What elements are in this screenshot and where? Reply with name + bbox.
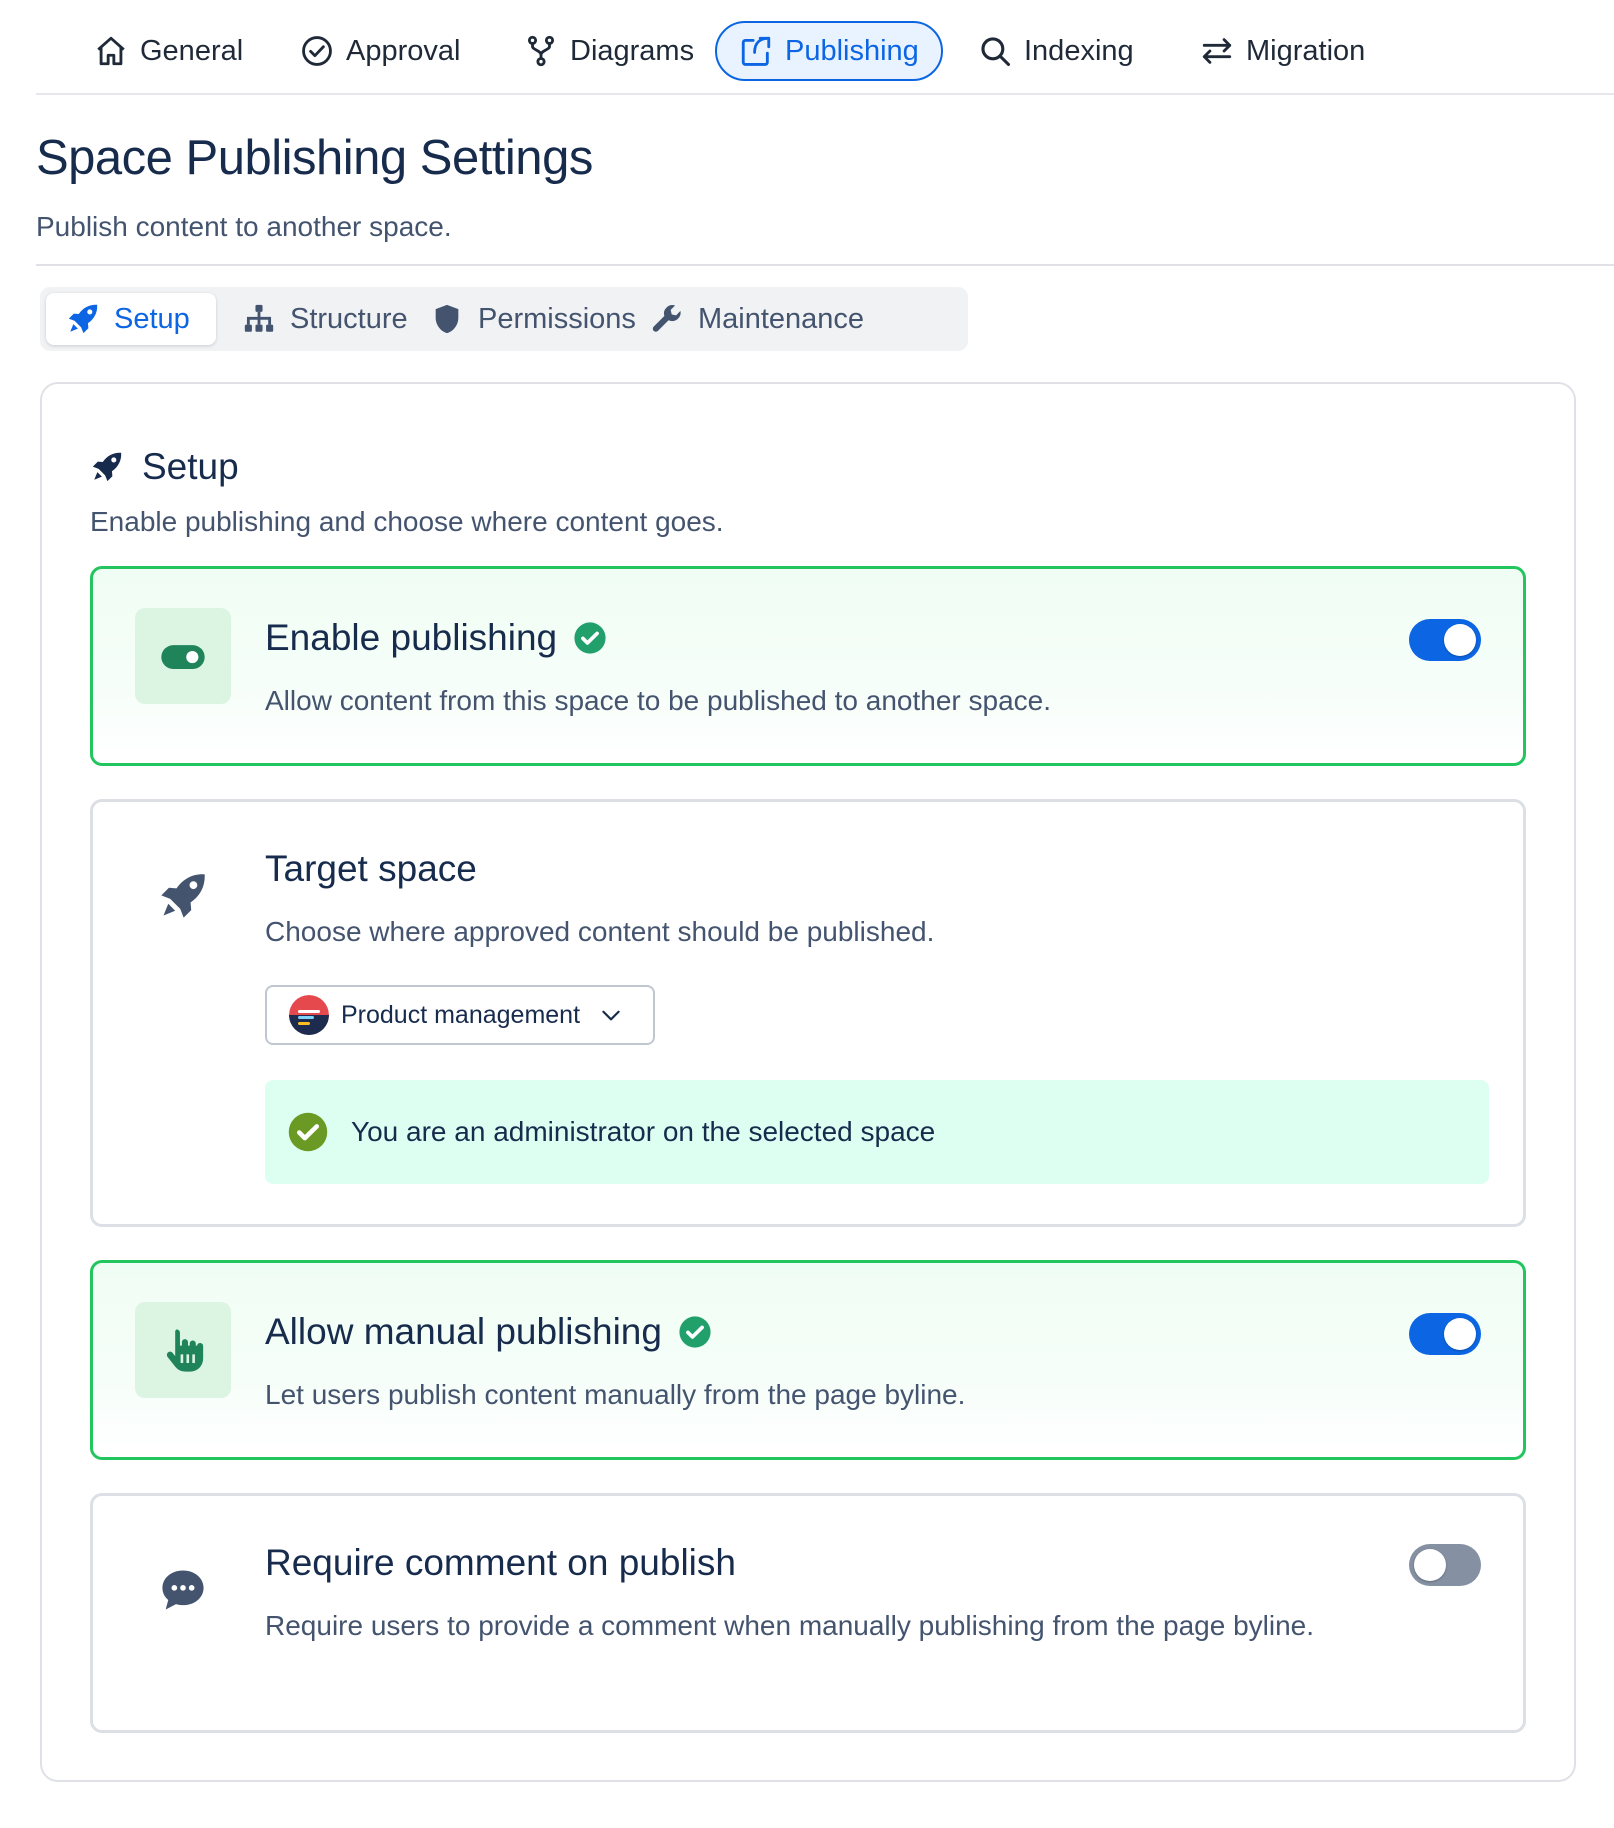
pointer-icon-box xyxy=(135,1302,231,1398)
rocket-icon xyxy=(161,874,205,918)
hand-pointer-icon xyxy=(166,1329,204,1372)
tab-general[interactable]: General xyxy=(72,21,265,81)
section-heading: Setup xyxy=(90,446,239,488)
enable-publishing-title: Enable publishing xyxy=(265,617,558,658)
space-avatar-icon xyxy=(289,995,329,1035)
sitemap-icon xyxy=(244,304,274,332)
toggle-icon-box xyxy=(135,608,231,704)
manual-publishing-title-row: Allow manual publishing xyxy=(265,1311,712,1353)
manual-publishing-title: Allow manual publishing xyxy=(265,1311,662,1352)
toggle-knob xyxy=(1444,1318,1476,1350)
subtab-setup-label: Setup xyxy=(114,302,190,335)
target-space-select[interactable]: Product management xyxy=(265,985,655,1045)
require-comment-title-row: Require comment on publish xyxy=(265,1542,736,1584)
page-subtitle: Publish content to another space. xyxy=(36,211,452,242)
admin-status-banner: You are an administrator on the selected… xyxy=(265,1080,1489,1184)
enable-publishing-toggle[interactable] xyxy=(1409,619,1481,661)
manual-publishing-description: Let users publish content manually from … xyxy=(265,1379,966,1410)
rocket-icon xyxy=(92,452,122,482)
shield-icon xyxy=(435,304,459,334)
rocket-icon-box xyxy=(135,848,231,944)
require-comment-card: Require comment on publish Require users… xyxy=(90,1493,1526,1733)
subtab-maintenance[interactable]: Maintenance xyxy=(630,293,884,345)
share-icon xyxy=(741,36,771,66)
toggle-knob xyxy=(1444,624,1476,656)
toggle-knob xyxy=(1414,1549,1446,1581)
target-space-card: Target space Choose where approved conte… xyxy=(90,799,1526,1227)
enable-publishing-card: Enable publishing Allow content from thi… xyxy=(90,566,1526,766)
selected-space-label: Product management xyxy=(341,1000,581,1029)
wrench-icon xyxy=(652,305,681,332)
search-icon xyxy=(981,37,1011,67)
admin-status-message: You are an administrator on the selected… xyxy=(351,1116,936,1147)
require-comment-title: Require comment on publish xyxy=(265,1542,736,1583)
rocket-icon xyxy=(68,304,98,334)
fork-icon xyxy=(527,35,555,67)
arrows-swap-icon xyxy=(1202,38,1232,64)
top-navigation: General Approval Diagrams Publishing Ind… xyxy=(36,0,1614,95)
home-icon xyxy=(97,36,125,66)
chevron-down-icon xyxy=(602,1010,620,1021)
tab-publishing-label: Publishing xyxy=(785,34,919,67)
subtab-setup[interactable]: Setup xyxy=(46,293,216,345)
page-title: Space Publishing Settings xyxy=(36,131,593,185)
setup-panel: Setup Enable publishing and choose where… xyxy=(40,382,1576,1782)
subtab-permissions-label: Permissions xyxy=(478,302,636,335)
tab-approval[interactable]: Approval xyxy=(278,21,482,81)
target-space-title-row: Target space xyxy=(265,848,477,890)
tab-migration-label: Migration xyxy=(1246,34,1366,67)
tab-indexing[interactable]: Indexing xyxy=(956,21,1156,81)
target-space-title: Target space xyxy=(265,848,477,889)
tab-general-label: General xyxy=(140,34,244,67)
require-comment-description: Require users to provide a comment when … xyxy=(265,1610,1315,1641)
check-badge-icon xyxy=(679,1316,711,1348)
require-comment-toggle[interactable] xyxy=(1409,1544,1481,1586)
tab-approval-label: Approval xyxy=(346,34,461,67)
manual-publishing-toggle[interactable] xyxy=(1409,1313,1481,1355)
comment-icon-box xyxy=(135,1542,231,1638)
divider xyxy=(36,264,1614,266)
tab-diagrams[interactable]: Diagrams xyxy=(502,21,716,81)
enable-publishing-title-row: Enable publishing xyxy=(265,617,607,659)
tab-indexing-label: Indexing xyxy=(1024,34,1134,67)
subtab-maintenance-label: Maintenance xyxy=(698,302,865,335)
tab-publishing[interactable]: Publishing xyxy=(715,21,943,81)
enable-publishing-description: Allow content from this space to be publ… xyxy=(265,685,1052,716)
comment-icon xyxy=(162,1570,204,1610)
target-space-description: Choose where approved content should be … xyxy=(265,916,935,947)
subtab-structure-label: Structure xyxy=(290,302,408,335)
section-description: Enable publishing and choose where conte… xyxy=(90,506,724,537)
toggle-on-icon xyxy=(161,645,205,669)
subtab-permissions[interactable]: Permissions xyxy=(410,293,656,345)
tab-diagrams-label: Diagrams xyxy=(570,34,695,67)
subtab-structure[interactable]: Structure xyxy=(222,293,428,345)
success-check-icon xyxy=(288,1112,328,1152)
manual-publishing-card: Allow manual publishing Let users publis… xyxy=(90,1260,1526,1460)
tab-migration[interactable]: Migration xyxy=(1178,21,1387,81)
section-title: Setup xyxy=(142,446,239,487)
check-badge-icon xyxy=(574,622,606,654)
check-circle-icon xyxy=(302,36,332,66)
subtab-bar: Setup Structure Permissions Maintenance xyxy=(40,287,968,351)
